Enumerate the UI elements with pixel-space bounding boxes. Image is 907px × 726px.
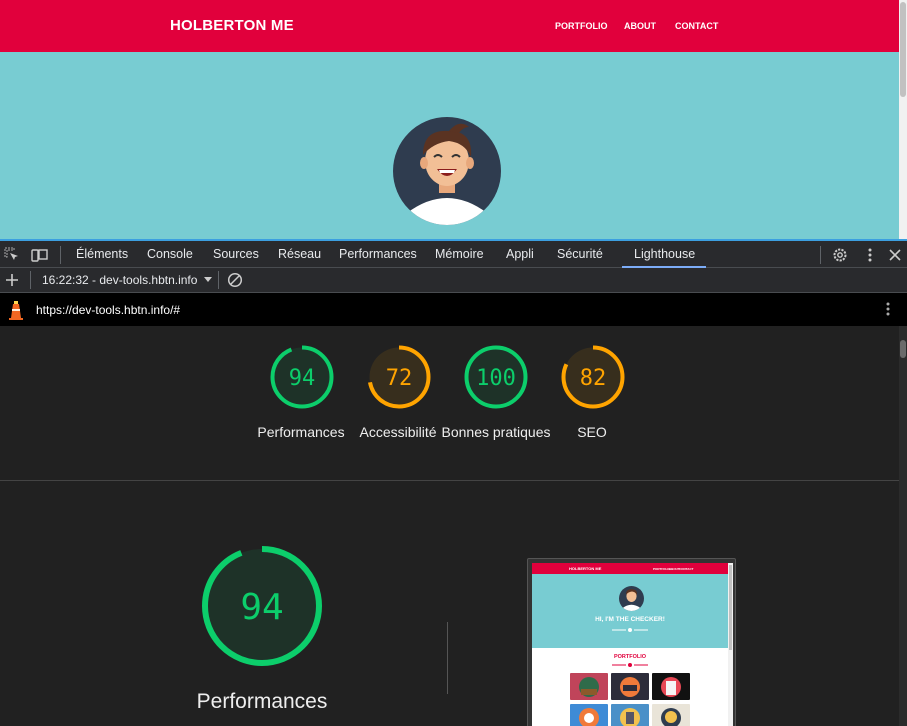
tab-application[interactable]: Appli bbox=[506, 247, 534, 261]
tab-network[interactable]: Réseau bbox=[278, 247, 321, 261]
thumbnail-hero-title: HI, I'M THE CHECKER! bbox=[595, 616, 665, 623]
tab-elements[interactable]: Éléments bbox=[76, 247, 128, 261]
devtools-tab-bar: Éléments Console Sources Réseau Performa… bbox=[0, 239, 907, 268]
report-url[interactable]: https://dev-tools.hbtn.info/# bbox=[36, 303, 180, 317]
report-url-bar: https://dev-tools.hbtn.info/# bbox=[0, 293, 907, 326]
thumbnail-portfolio-card bbox=[652, 704, 690, 726]
thumbnail-portfolio-card bbox=[611, 704, 649, 726]
site-navbar: HOLBERTON ME PORTFOLIO ABOUT CONTACT bbox=[0, 0, 899, 52]
avatar bbox=[393, 117, 501, 225]
report-session-select[interactable]: 16:22:32 - dev-tools.hbtn.info bbox=[42, 273, 197, 287]
nav-link-portfolio[interactable]: PORTFOLIO bbox=[555, 21, 608, 31]
vertical-divider bbox=[447, 622, 448, 694]
gauge-performance[interactable]: 94 bbox=[269, 344, 335, 410]
gauge-accessibility[interactable]: 72 bbox=[366, 344, 432, 410]
website-viewport: HOLBERTON ME PORTFOLIO ABOUT CONTACT bbox=[0, 0, 899, 239]
gauge-label-best-practices: Bonnes pratiques bbox=[441, 424, 551, 440]
gauge-label-accessibility: Accessibilité bbox=[359, 424, 437, 440]
thumbnail-portfolio-card bbox=[611, 673, 649, 700]
thumbnail-portfolio-heading: PORTFOLIO bbox=[613, 654, 647, 660]
thumbnail-portfolio-card bbox=[652, 673, 690, 700]
thumbnail-nav-link: PORTFOLIO bbox=[653, 567, 671, 571]
toolbar-separator bbox=[218, 271, 219, 289]
section-divider bbox=[0, 480, 899, 481]
tab-memory[interactable]: Mémoire bbox=[435, 247, 484, 261]
gauge-best-practices[interactable]: 100 bbox=[463, 344, 529, 410]
close-devtools-icon[interactable] bbox=[887, 247, 904, 263]
thumbnail-brand: HOLBERTON ME bbox=[569, 566, 602, 571]
gauge-score-value: 100 bbox=[476, 366, 516, 391]
toolbar-separator bbox=[60, 246, 61, 264]
gauge-label-performance: Performances bbox=[257, 424, 345, 440]
tab-console[interactable]: Console bbox=[147, 247, 193, 261]
thumbnail-portfolio-divider bbox=[612, 663, 648, 667]
device-toolbar-icon[interactable] bbox=[31, 247, 48, 263]
gauge-seo[interactable]: 82 bbox=[560, 344, 626, 410]
site-brand[interactable]: HOLBERTON ME bbox=[170, 17, 294, 34]
thumbnail-hero: HI, I'M THE CHECKER! bbox=[532, 574, 728, 648]
lighthouse-report: 94 Performances 72 Accessibilité 100 Bon… bbox=[0, 326, 899, 726]
thumbnail-page: HOLBERTON ME PORTFOLIO ABOUT CONTACT HI,… bbox=[532, 563, 728, 726]
more-options-icon[interactable] bbox=[862, 247, 879, 263]
tab-lighthouse[interactable]: Lighthouse bbox=[634, 247, 695, 261]
tab-performance[interactable]: Performances bbox=[339, 247, 417, 261]
thumbnail-portfolio-card bbox=[570, 673, 608, 700]
nav-link-about[interactable]: ABOUT bbox=[624, 21, 656, 31]
thumbnail-nav-link: CONTACT bbox=[679, 567, 694, 571]
new-report-plus-icon[interactable] bbox=[4, 272, 21, 288]
report-menu-icon[interactable] bbox=[880, 301, 897, 317]
thumbnail-star-divider bbox=[612, 628, 648, 632]
toolbar-separator bbox=[820, 246, 821, 264]
nav-link-contact[interactable]: CONTACT bbox=[675, 21, 718, 31]
tab-sources[interactable]: Sources bbox=[213, 247, 259, 261]
main-score-value: 94 bbox=[240, 587, 283, 628]
site-scrollbar[interactable] bbox=[899, 0, 907, 239]
thumbnail-portfolio-card bbox=[570, 704, 608, 726]
lighthouse-logo-icon bbox=[7, 300, 25, 320]
main-performance-label: Performances bbox=[196, 690, 328, 713]
inspect-element-icon[interactable] bbox=[4, 247, 21, 263]
gauge-score-value: 82 bbox=[580, 366, 607, 391]
thumbnail-avatar bbox=[619, 586, 644, 611]
main-performance-gauge: 94 bbox=[200, 544, 324, 668]
lighthouse-toolbar: 16:22:32 - dev-tools.hbtn.info bbox=[0, 268, 907, 293]
thumbnail-navbar: HOLBERTON ME PORTFOLIO ABOUT CONTACT bbox=[532, 563, 728, 574]
gauge-score-value: 72 bbox=[386, 366, 413, 391]
final-screenshot-thumbnail[interactable]: HOLBERTON ME PORTFOLIO ABOUT CONTACT HI,… bbox=[527, 558, 736, 726]
report-scrollbar[interactable] bbox=[899, 326, 907, 726]
tab-security[interactable]: Sécurité bbox=[557, 247, 603, 261]
settings-gear-icon[interactable] bbox=[832, 247, 849, 263]
toolbar-separator bbox=[30, 271, 31, 289]
thumbnail-scrollbar bbox=[728, 563, 733, 726]
gauge-score-value: 94 bbox=[289, 366, 316, 391]
clear-block-icon[interactable] bbox=[227, 272, 244, 288]
gauge-label-seo: SEO bbox=[577, 424, 607, 440]
